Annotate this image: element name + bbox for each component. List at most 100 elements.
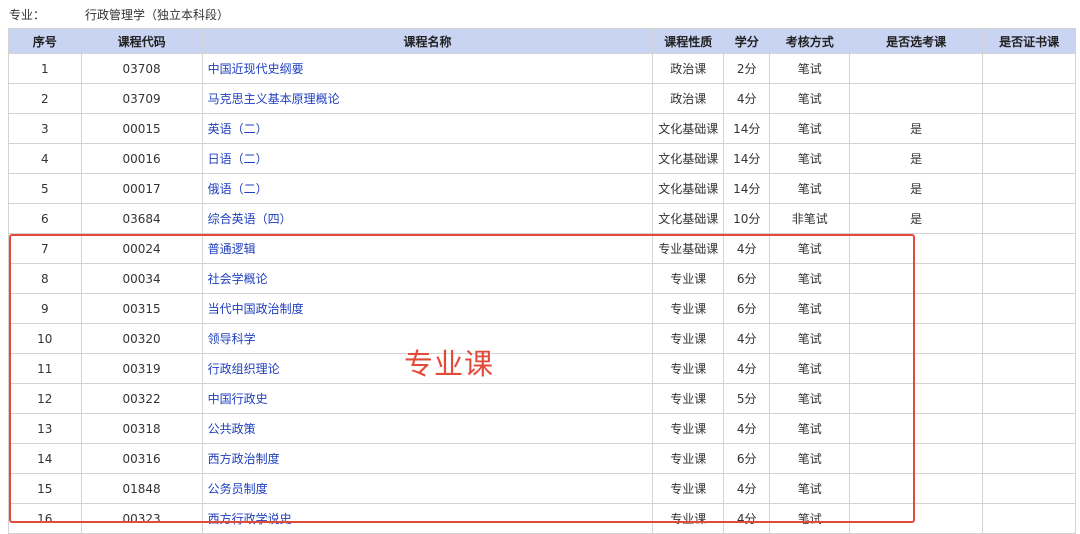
course-name-link[interactable]: 中国行政史 bbox=[208, 392, 268, 406]
course-name-link[interactable]: 当代中国政治制度 bbox=[208, 302, 304, 316]
table-row: 4 00016 日语（二） 文化基础课 14分 笔试是 bbox=[8, 143, 1076, 174]
cell-elective bbox=[849, 443, 984, 474]
cell-credit: 6分 bbox=[723, 443, 771, 474]
cell-elective bbox=[849, 263, 984, 294]
cell-exam: 笔试 bbox=[769, 263, 851, 294]
course-name-link[interactable]: 行政组织理论 bbox=[208, 362, 280, 376]
table-row: 8 00034 社会学概论 专业课 6分 笔试 bbox=[8, 263, 1076, 294]
cell-credit: 4分 bbox=[723, 323, 771, 354]
cell-exam: 笔试 bbox=[769, 113, 851, 144]
cell-code: 00034 bbox=[80, 263, 203, 294]
table-row: 2 03709 马克思主义基本原理概论 政治课 4分 笔试 bbox=[8, 83, 1076, 114]
cell-elective bbox=[849, 473, 984, 504]
cell-no: 4 bbox=[8, 143, 82, 174]
cell-name: 公务员制度 bbox=[201, 473, 654, 504]
cell-code: 03709 bbox=[80, 83, 203, 114]
cell-type: 专业基础课 bbox=[652, 233, 725, 264]
cell-name: 西方政治制度 bbox=[201, 443, 654, 474]
cell-elective: 是 bbox=[849, 173, 984, 204]
cell-code: 00017 bbox=[80, 173, 203, 204]
cell-code: 00323 bbox=[80, 503, 203, 534]
header-elective: 是否选考课 bbox=[849, 28, 984, 54]
course-name-link[interactable]: 马克思主义基本原理概论 bbox=[208, 92, 340, 106]
cell-type: 文化基础课 bbox=[652, 173, 725, 204]
cell-no: 11 bbox=[8, 353, 82, 384]
major-line: 专业： 行政管理学（独立本科段） bbox=[9, 6, 229, 24]
cell-code: 00315 bbox=[80, 293, 203, 324]
cell-type: 专业课 bbox=[652, 473, 725, 504]
major-label: 专业： bbox=[9, 8, 46, 22]
cell-cert bbox=[982, 83, 1076, 114]
cell-code: 00024 bbox=[80, 233, 203, 264]
major-value: 行政管理学（独立本科段） bbox=[85, 8, 230, 22]
cell-credit: 14分 bbox=[723, 173, 771, 204]
cell-no: 7 bbox=[8, 233, 82, 264]
course-name-link[interactable]: 公务员制度 bbox=[208, 482, 268, 496]
table-row: 1 03708 中国近现代史纲要 政治课 2分 笔试 bbox=[8, 53, 1076, 84]
header-no: 序号 bbox=[8, 28, 82, 54]
cell-type: 专业课 bbox=[652, 503, 725, 534]
cell-credit: 4分 bbox=[723, 83, 771, 114]
cell-exam: 笔试 bbox=[769, 323, 851, 354]
cell-name: 社会学概论 bbox=[201, 263, 654, 294]
course-name-link[interactable]: 日语（二） bbox=[208, 152, 268, 166]
cell-code: 03684 bbox=[80, 203, 203, 234]
cell-elective bbox=[849, 353, 984, 384]
cell-no: 9 bbox=[8, 293, 82, 324]
cell-type: 专业课 bbox=[652, 293, 725, 324]
cell-no: 13 bbox=[8, 413, 82, 444]
header-cert: 是否证书课 bbox=[982, 28, 1076, 54]
cell-code: 00316 bbox=[80, 443, 203, 474]
cell-cert bbox=[982, 173, 1076, 204]
cell-elective: 是 bbox=[849, 113, 984, 144]
table-row: 14 00316 西方政治制度 专业课 6分 笔试 bbox=[8, 443, 1076, 474]
cell-elective: 是 bbox=[849, 143, 984, 174]
cell-no: 5 bbox=[8, 173, 82, 204]
cell-no: 12 bbox=[8, 383, 82, 414]
cell-elective: 是 bbox=[849, 203, 984, 234]
course-name-link[interactable]: 公共政策 bbox=[208, 422, 256, 436]
course-name-link[interactable]: 综合英语（四） bbox=[208, 212, 292, 226]
course-name-link[interactable]: 领导科学 bbox=[208, 332, 256, 346]
cell-code: 03708 bbox=[80, 53, 203, 84]
table-row: 3 00015 英语（二） 文化基础课 14分 笔试是 bbox=[8, 113, 1076, 144]
cell-credit: 14分 bbox=[723, 143, 771, 174]
cell-elective bbox=[849, 413, 984, 444]
cell-code: 01848 bbox=[80, 473, 203, 504]
cell-credit: 4分 bbox=[723, 233, 771, 264]
cell-no: 15 bbox=[8, 473, 82, 504]
cell-type: 专业课 bbox=[652, 323, 725, 354]
course-name-link[interactable]: 英语（二） bbox=[208, 122, 268, 136]
course-name-link[interactable]: 西方政治制度 bbox=[208, 452, 280, 466]
course-name-link[interactable]: 中国近现代史纲要 bbox=[208, 62, 304, 76]
cell-cert bbox=[982, 53, 1076, 84]
cell-type: 专业课 bbox=[652, 263, 725, 294]
cell-cert bbox=[982, 353, 1076, 384]
course-name-link[interactable]: 社会学概论 bbox=[208, 272, 268, 286]
course-name-link[interactable]: 俄语（二） bbox=[208, 182, 268, 196]
cell-credit: 4分 bbox=[723, 503, 771, 534]
cell-no: 8 bbox=[8, 263, 82, 294]
cell-cert bbox=[982, 263, 1076, 294]
cell-credit: 6分 bbox=[723, 293, 771, 324]
cell-code: 00319 bbox=[80, 353, 203, 384]
cell-cert bbox=[982, 293, 1076, 324]
cell-exam: 笔试 bbox=[769, 53, 851, 84]
cell-cert bbox=[982, 323, 1076, 354]
cell-exam: 笔试 bbox=[769, 353, 851, 384]
cell-name: 俄语（二） bbox=[201, 173, 654, 204]
cell-name: 日语（二） bbox=[201, 143, 654, 174]
cell-cert bbox=[982, 503, 1076, 534]
table-header-row: 序号 课程代码 课程名称 课程性质 学分 考核方式 是否选考课 是否证书课 bbox=[8, 28, 1076, 54]
cell-type: 政治课 bbox=[652, 83, 725, 114]
course-name-link[interactable]: 普通逻辑 bbox=[208, 242, 256, 256]
cell-no: 14 bbox=[8, 443, 82, 474]
cell-credit: 4分 bbox=[723, 353, 771, 384]
cell-no: 16 bbox=[8, 503, 82, 534]
course-name-link[interactable]: 西方行政学说史 bbox=[208, 512, 292, 526]
table-row: 13 00318 公共政策 专业课 4分 笔试 bbox=[8, 413, 1076, 444]
cell-type: 政治课 bbox=[652, 53, 725, 84]
cell-cert bbox=[982, 383, 1076, 414]
cell-exam: 笔试 bbox=[769, 413, 851, 444]
table-row: 16 00323 西方行政学说史 专业课 4分 笔试 bbox=[8, 503, 1076, 534]
